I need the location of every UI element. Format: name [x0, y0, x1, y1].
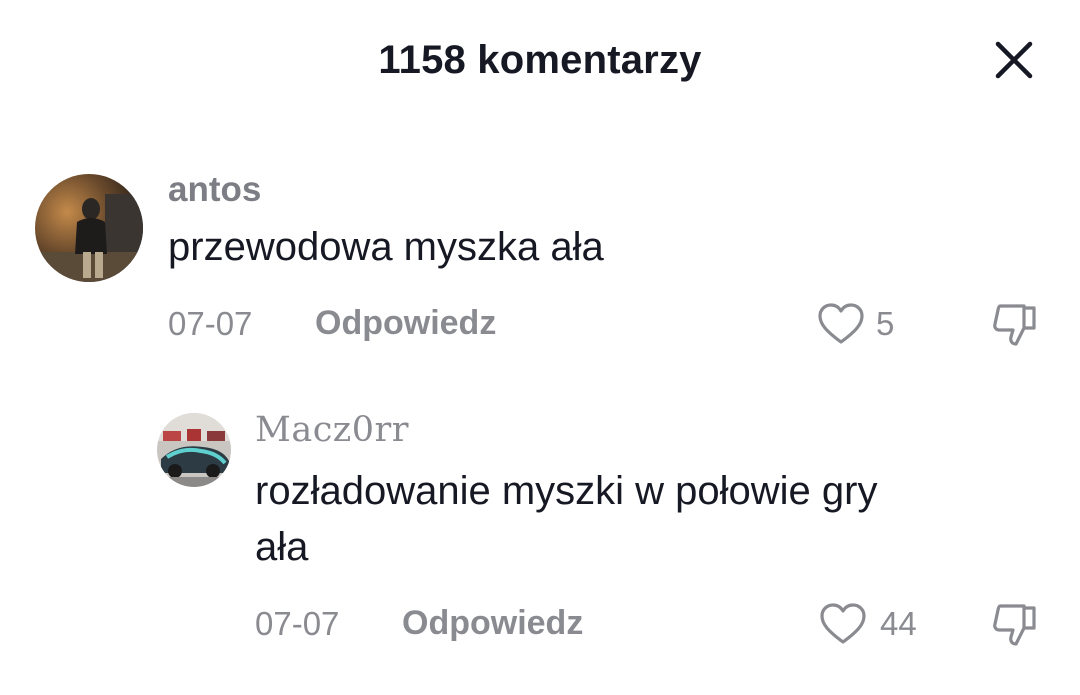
- comment-text: przewodowa myszka ała: [168, 225, 604, 269]
- comment-date: 07-07: [255, 605, 340, 642]
- like-count: 5: [876, 305, 895, 342]
- reply-button[interactable]: Odpowiedz: [402, 604, 583, 643]
- dislike-button[interactable]: [990, 300, 1040, 350]
- dislike-icon: [993, 304, 1036, 346]
- like-button[interactable]: [818, 602, 868, 646]
- heart-icon: [818, 303, 864, 344]
- comment-text-line-1: rozładowanie myszki w połowie gry: [255, 469, 878, 513]
- like-button[interactable]: [816, 302, 866, 346]
- comment-username[interactable]: antos: [168, 170, 261, 210]
- close-icon: [995, 41, 1033, 79]
- comments-count-title: 1158 komentarzy: [378, 38, 702, 82]
- dislike-icon: [993, 604, 1036, 646]
- reply-button[interactable]: Odpowiedz: [315, 304, 496, 343]
- comment-date: 07-07: [168, 305, 253, 342]
- avatar[interactable]: [157, 413, 231, 487]
- heart-icon: [820, 603, 866, 644]
- close-button[interactable]: [990, 36, 1038, 84]
- like-count: 44: [880, 605, 917, 642]
- avatar[interactable]: [35, 174, 143, 282]
- dislike-button[interactable]: [990, 600, 1040, 650]
- comment-username[interactable]: Macz0rr: [255, 410, 409, 450]
- comment-text-line-2: ała: [255, 525, 309, 569]
